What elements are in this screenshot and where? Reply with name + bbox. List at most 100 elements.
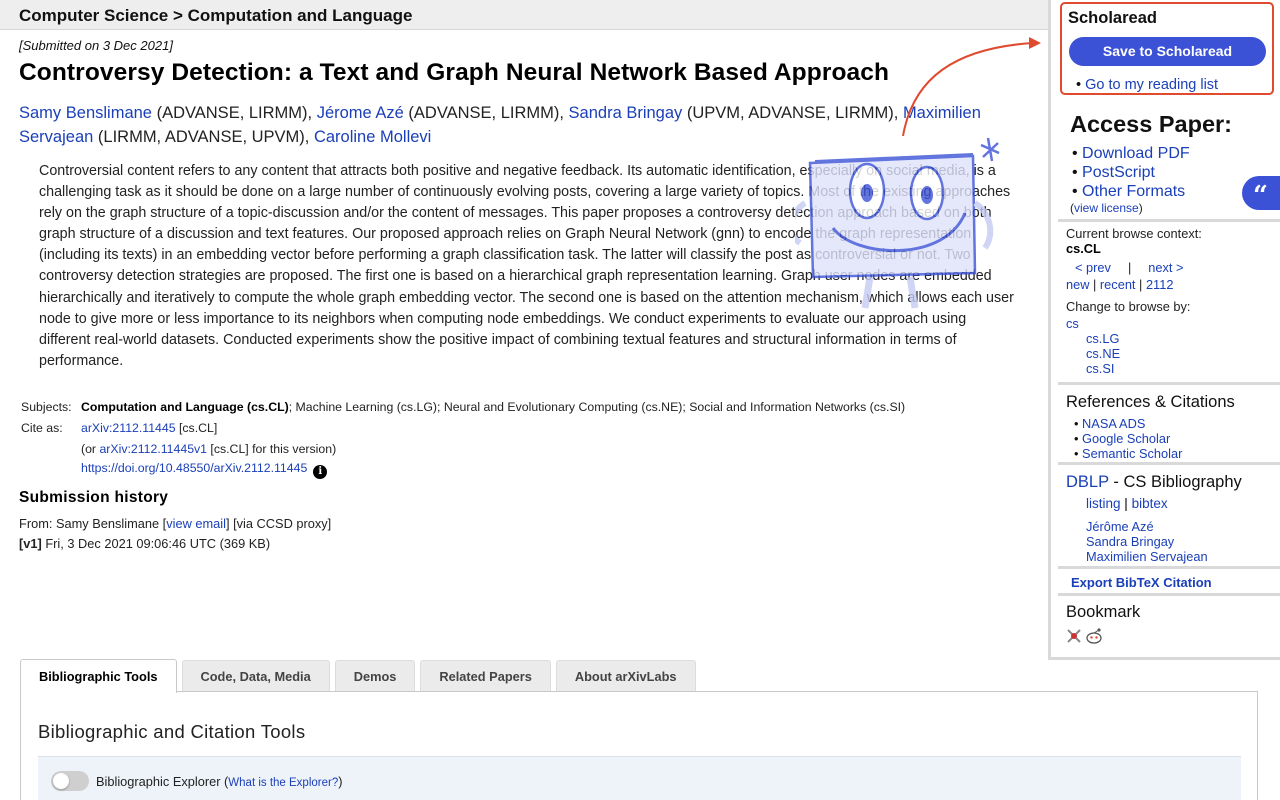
list-item: NASA ADS — [1074, 416, 1182, 431]
scholaread-mascot-overlay — [795, 37, 1041, 309]
submission-history-heading: Submission history — [19, 489, 169, 506]
tab-related-papers[interactable]: Related Papers — [420, 660, 551, 692]
scholaread-widget: Scholaread Save to Scholaread Go to my r… — [1060, 2, 1274, 95]
author-link[interactable]: Jérome Azé — [317, 104, 404, 122]
scholaread-title: Scholaread — [1068, 9, 1157, 27]
author-affiliation: (ADVANSE, LIRMM), — [151, 104, 317, 122]
dblp-heading-text: - CS Bibliography — [1108, 473, 1242, 491]
list-item: Download PDF — [1072, 144, 1190, 163]
doi-link[interactable]: https://doi.org/10.48550/arXiv.2112.1144… — [81, 461, 307, 475]
list-item: Google Scholar — [1074, 431, 1182, 446]
panel-title: Bibliographic and Citation Tools — [38, 721, 306, 742]
submission-history: From: Samy Benslimane [view email] [via … — [19, 514, 331, 554]
dblp-heading: DBLP - CS Bibliography — [1066, 473, 1242, 492]
listing-link[interactable]: listing — [1086, 496, 1121, 511]
view-license-link[interactable]: view license — [1074, 201, 1139, 215]
author-link[interactable]: Sandra Bringay — [569, 104, 683, 122]
references-links: NASA ADS Google Scholar Semantic Scholar — [1074, 416, 1182, 461]
export-bibtex-link[interactable]: Export BibTeX Citation — [1071, 575, 1212, 590]
next-link[interactable]: next > — [1148, 260, 1183, 275]
subjects-row: Subjects: Computation and Language (cs.C… — [21, 396, 905, 417]
references-heading: References & Citations — [1066, 393, 1235, 411]
arrow-head-icon — [1029, 37, 1041, 49]
pointer-arrow — [902, 42, 1034, 137]
dblp-author-link[interactable]: Sandra Bringay — [1086, 534, 1174, 549]
postscript-link[interactable]: PostScript — [1082, 164, 1155, 181]
browse-cs-ne-link[interactable]: cs.NE — [1086, 346, 1120, 361]
what-is-explorer-link[interactable]: What is the Explorer? — [228, 777, 338, 789]
browse-cs-lg-link[interactable]: cs.LG — [1086, 331, 1119, 346]
history-proxy: ] [via CCSD proxy] — [225, 516, 332, 531]
quote-icon[interactable]: “ — [1242, 176, 1280, 211]
access-paper-heading: Access Paper: — [1070, 111, 1232, 137]
list-item: Sandra Bringay — [1086, 534, 1208, 549]
explorer-toggle[interactable] — [51, 771, 89, 791]
dblp-link[interactable]: DBLP — [1066, 473, 1109, 491]
breadcrumb-bar: Computer Science > Computation and Langu… — [0, 0, 1048, 30]
semantic-scholar-link[interactable]: Semantic Scholar — [1082, 446, 1182, 461]
other-formats-link[interactable]: Other Formats — [1082, 183, 1185, 200]
browse-cs-si-link[interactable]: cs.SI — [1086, 361, 1114, 376]
browse-context-label: Current browse context: — [1066, 226, 1202, 241]
breadcrumb: Computer Science > Computation and Langu… — [19, 6, 413, 25]
submission-date: [Submitted on 3 Dec 2021] — [19, 38, 173, 53]
tab-about-arxivlabs[interactable]: About arXivLabs — [555, 660, 696, 692]
version-prefix: (or — [81, 441, 100, 456]
list-item: PostScript — [1072, 163, 1190, 182]
view-email-link[interactable]: view email — [166, 516, 226, 531]
separator: | — [1127, 260, 1132, 275]
access-links: Download PDF PostScript Other Formats — [1072, 144, 1190, 201]
version-row: (or arXiv:2112.11445v1 [cs.CL] for this … — [21, 438, 905, 459]
version-suffix: [cs.CL] for this version) — [207, 441, 337, 456]
bookmark-icons — [1066, 627, 1106, 650]
references-box: References & Citations NASA ADS Google S… — [1058, 389, 1280, 465]
dblp-box: DBLP - CS Bibliography listing | bibtex … — [1058, 469, 1280, 569]
bookmark-icon-strip — [1067, 628, 1102, 644]
separator: | — [1124, 496, 1128, 511]
tab-demos[interactable]: Demos — [334, 660, 416, 692]
author-link[interactable]: Samy Benslimane — [19, 104, 152, 122]
labs-tabs: Bibliographic Tools Code, Data, Media De… — [20, 659, 701, 693]
subjects-label: Subjects: — [21, 399, 72, 414]
list-item: Other Formats — [1072, 182, 1190, 201]
cite-label: Cite as: — [21, 420, 63, 435]
nasa-ads-link[interactable]: NASA ADS — [1082, 416, 1145, 431]
reddit-icon[interactable] — [1086, 628, 1102, 644]
recent-link[interactable]: recent — [1100, 277, 1136, 292]
arxiv-id-link[interactable]: arXiv:2112.11445 — [81, 421, 176, 435]
tab-code-data-media[interactable]: Code, Data, Media — [181, 660, 330, 692]
secondary-subjects: ; Machine Learning (cs.LG); Neural and E… — [288, 399, 906, 414]
list-item: Semantic Scholar — [1074, 446, 1182, 461]
paper-title: Controversy Detection: a Text and Graph … — [19, 59, 890, 86]
dblp-author-link[interactable]: Maximilien Servajean — [1086, 549, 1208, 564]
download-pdf-link[interactable]: Download PDF — [1082, 145, 1190, 162]
explorer-label: Bibliographic Explorer (What is the Expl… — [96, 774, 343, 789]
browse-cs-link[interactable]: cs — [1066, 316, 1079, 331]
dblp-authors: Jérôme Azé Sandra Bringay Maximilien Ser… — [1086, 519, 1208, 564]
info-icon[interactable]: i — [313, 464, 328, 479]
month-link[interactable]: 2112 — [1146, 277, 1174, 292]
reading-list-link[interactable]: Go to my reading list — [1076, 77, 1218, 93]
export-bibtex-box: Export BibTeX Citation — [1058, 572, 1280, 596]
version-label: [v1] — [19, 536, 42, 551]
change-browse-label: Change to browse by: — [1066, 299, 1191, 314]
license-line: (view license) — [1070, 201, 1143, 215]
bibliographic-explorer-row: Bibliographic Explorer (What is the Expl… — [38, 756, 1241, 800]
tab-panel: Bibliographic and Citation Tools Bibliog… — [20, 691, 1258, 800]
dblp-author-link[interactable]: Jérôme Azé — [1086, 519, 1154, 534]
google-scholar-link[interactable]: Google Scholar — [1082, 431, 1170, 446]
bookmark-heading: Bookmark — [1066, 603, 1141, 621]
author-link[interactable]: Caroline Mollevi — [314, 128, 431, 146]
metadata-table: Subjects: Computation and Language (cs.C… — [21, 396, 905, 480]
bibtex-link[interactable]: bibtex — [1132, 496, 1168, 511]
science-wise-icon[interactable] — [1067, 629, 1081, 643]
bookmark-box: Bookmark — [1058, 600, 1280, 657]
primary-subject: Computation and Language (cs.CL) — [81, 399, 289, 414]
tab-bibliographic-tools[interactable]: Bibliographic Tools — [20, 659, 177, 693]
version-link[interactable]: arXiv:2112.11445v1 — [99, 442, 207, 456]
license-suffix: ) — [1138, 201, 1143, 215]
prev-link[interactable]: < prev — [1075, 260, 1111, 275]
explorer-label-text: Bibliographic Explorer ( — [96, 774, 229, 789]
list-item: Jérôme Azé — [1086, 519, 1208, 534]
save-to-scholaread-button[interactable]: Save to Scholaread — [1069, 37, 1266, 66]
